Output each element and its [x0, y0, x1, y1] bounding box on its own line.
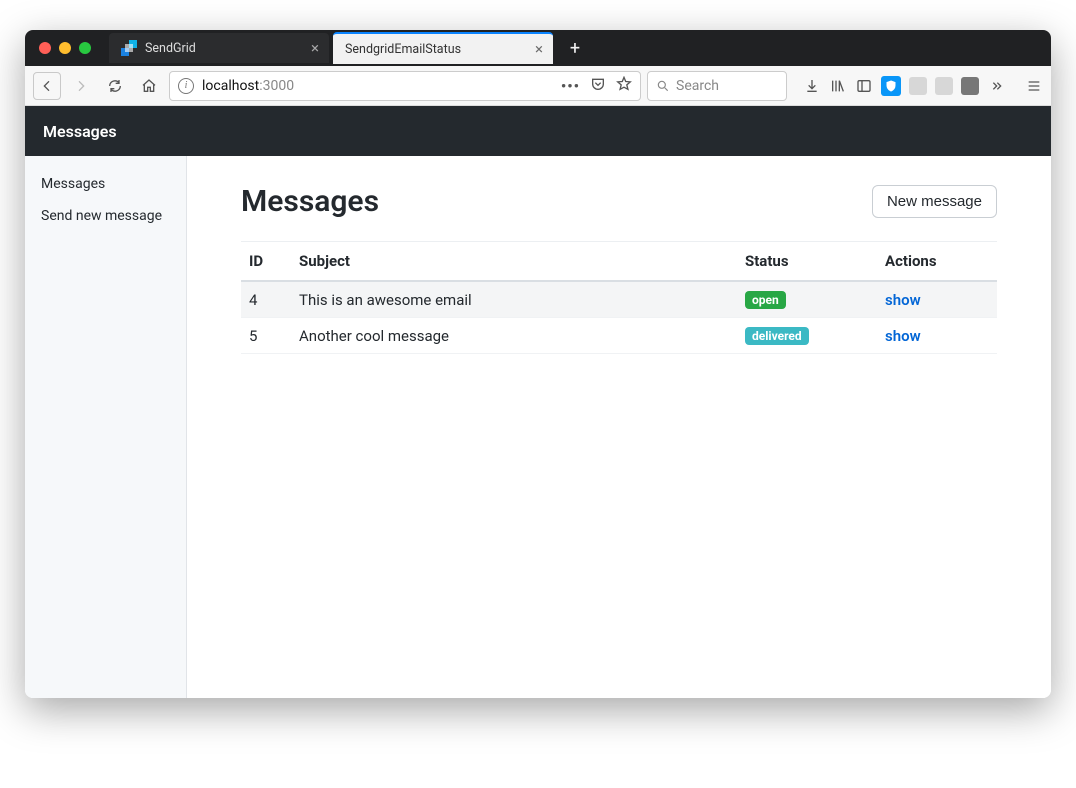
tab-sendgrid-email-status[interactable]: SendgridEmailStatus × [333, 32, 553, 64]
sidebar-toggle-icon[interactable] [855, 77, 873, 95]
main-header: Messages New message [241, 184, 997, 219]
tab-bar: SendGrid × SendgridEmailStatus × + [25, 30, 1051, 66]
reload-button[interactable] [101, 72, 129, 100]
sendgrid-favicon-icon [121, 40, 137, 56]
shield-icon[interactable] [881, 76, 901, 96]
overflow-icon[interactable] [987, 77, 1005, 95]
status-badge: open [745, 291, 786, 309]
cell-actions: show [877, 281, 997, 318]
app-body: Messages Send new message Messages New m… [25, 156, 1051, 698]
cell-status: delivered [737, 318, 877, 354]
site-info-icon[interactable]: i [178, 78, 194, 94]
minimize-window-button[interactable] [59, 42, 71, 54]
page-title: Messages [241, 184, 379, 219]
search-placeholder: Search [676, 78, 719, 94]
table-row: 5 Another cool message delivered show [241, 318, 997, 354]
toolbar-right [803, 76, 1043, 96]
close-tab-icon[interactable]: × [311, 39, 319, 57]
sidebar-item-send-new-message[interactable]: Send new message [25, 200, 186, 232]
url-text: localhost:3000 [202, 78, 553, 94]
status-badge: delivered [745, 327, 809, 345]
messages-table: ID Subject Status Actions 4 This is an a… [241, 241, 997, 354]
address-bar[interactable]: i localhost:3000 ••• [169, 71, 641, 101]
extension-icon-2[interactable] [935, 77, 953, 95]
app-header-title: Messages [43, 122, 117, 141]
library-icon[interactable] [829, 77, 847, 95]
cell-id: 5 [241, 318, 291, 354]
column-id: ID [241, 242, 291, 282]
main-content: Messages New message ID Subject Status A… [187, 156, 1051, 698]
navigation-bar: i localhost:3000 ••• Search [25, 66, 1051, 106]
close-tab-icon[interactable]: × [535, 40, 543, 58]
column-actions: Actions [877, 242, 997, 282]
show-link[interactable]: show [885, 327, 921, 345]
menu-icon[interactable] [1025, 77, 1043, 95]
cell-id: 4 [241, 281, 291, 318]
maximize-window-button[interactable] [79, 42, 91, 54]
extension-icon-1[interactable] [909, 77, 927, 95]
window-controls [39, 42, 91, 54]
app-header: Messages [25, 106, 1051, 156]
tab-sendgrid[interactable]: SendGrid × [109, 33, 329, 63]
column-status: Status [737, 242, 877, 282]
url-right-icons: ••• [561, 76, 632, 96]
sidebar: Messages Send new message [25, 156, 187, 698]
downloads-icon[interactable] [803, 77, 821, 95]
close-window-button[interactable] [39, 42, 51, 54]
table-header-row: ID Subject Status Actions [241, 242, 997, 282]
new-message-button[interactable]: New message [872, 185, 997, 218]
tab-label: SendGrid [145, 41, 303, 56]
column-subject: Subject [291, 242, 737, 282]
table-row: 4 This is an awesome email open show [241, 281, 997, 318]
search-box[interactable]: Search [647, 71, 787, 101]
back-button[interactable] [33, 72, 61, 100]
tab-label: SendgridEmailStatus [345, 42, 527, 57]
forward-button[interactable] [67, 72, 95, 100]
new-tab-button[interactable]: + [561, 34, 589, 62]
cell-subject: Another cool message [291, 318, 737, 354]
page-actions-icon[interactable]: ••• [561, 77, 580, 95]
pocket-icon[interactable] [590, 76, 606, 96]
extension-icon-3[interactable] [961, 77, 979, 95]
home-button[interactable] [135, 72, 163, 100]
show-link[interactable]: show [885, 291, 921, 309]
cell-status: open [737, 281, 877, 318]
browser-window: SendGrid × SendgridEmailStatus × + i loc… [25, 30, 1051, 698]
sidebar-item-messages[interactable]: Messages [25, 168, 186, 200]
app-root: Messages Messages Send new message Messa… [25, 106, 1051, 698]
cell-actions: show [877, 318, 997, 354]
cell-subject: This is an awesome email [291, 281, 737, 318]
bookmark-star-icon[interactable] [616, 76, 632, 96]
